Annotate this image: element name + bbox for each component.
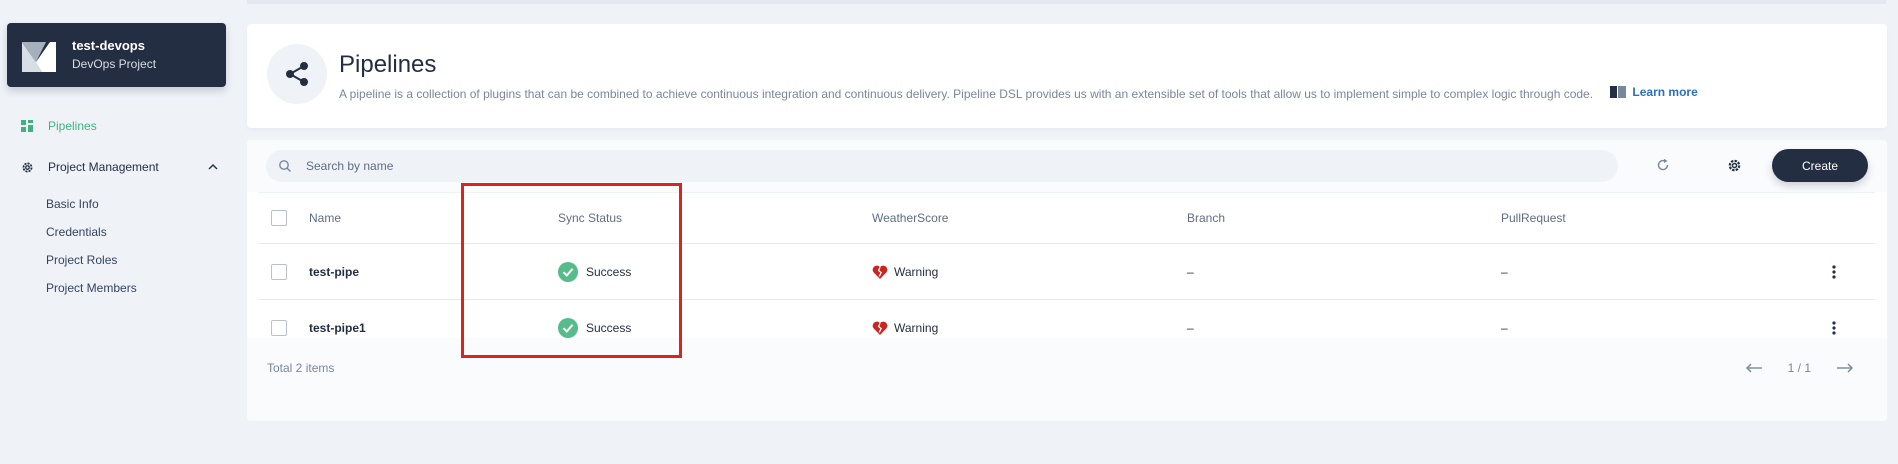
project-type: DevOps Project <box>72 57 157 71</box>
table-toolbar: Create <box>247 140 1887 192</box>
pipelines-table-card: Create Name Sync Status WeatherScore Bra… <box>247 140 1887 421</box>
weather-score-text: Warning <box>894 264 939 279</box>
broken-heart-icon <box>872 265 888 279</box>
sidebar-item-project-members[interactable]: Project Members <box>46 274 226 302</box>
pagination: 1 / 1 <box>1744 361 1855 375</box>
create-button[interactable]: Create <box>1772 149 1868 182</box>
more-options-icon[interactable] <box>1832 320 1836 335</box>
sidebar-item-credentials[interactable]: Credentials <box>46 218 226 246</box>
gear-icon <box>1728 159 1740 171</box>
pipeline-name-link[interactable]: test-pipe <box>309 265 359 279</box>
gear-icon <box>20 160 34 174</box>
project-logo-icon <box>22 40 56 72</box>
arrow-left-icon[interactable] <box>1744 362 1764 374</box>
pipeline-name-link[interactable]: test-pipe1 <box>309 321 366 335</box>
select-all-checkbox[interactable] <box>271 210 287 226</box>
page-indicator: 1 / 1 <box>1787 361 1811 375</box>
success-check-icon <box>558 317 578 338</box>
table-footer: Total 2 items 1 / 1 <box>247 338 1887 421</box>
row-checkbox[interactable] <box>271 319 287 336</box>
pull-request-value: – <box>1501 264 1508 279</box>
column-header-pull-request: PullRequest <box>1501 211 1566 225</box>
search-box[interactable] <box>266 150 1618 182</box>
project-card[interactable]: test-devops DevOps Project <box>7 23 226 87</box>
row-checkbox[interactable] <box>271 263 287 280</box>
project-name: test-devops <box>72 38 145 53</box>
column-header-weather-score: WeatherScore <box>872 211 949 225</box>
table-header-row: Name Sync Status WeatherScore Branch Pul… <box>259 192 1875 244</box>
search-icon <box>279 160 291 172</box>
branch-value: – <box>1187 264 1194 279</box>
pipeline-share-icon <box>267 44 327 104</box>
total-items: Total 2 items <box>267 361 335 375</box>
sidebar-nav: Pipelines Project Management Basic Info … <box>20 115 226 302</box>
sync-status-text: Success <box>586 320 632 335</box>
weather-score-text: Warning <box>894 320 939 335</box>
page-title: Pipelines <box>339 51 437 78</box>
search-input[interactable] <box>306 159 1606 173</box>
learn-more-link[interactable]: Learn more <box>1610 83 1698 101</box>
success-check-icon <box>558 261 578 282</box>
column-header-branch: Branch <box>1187 211 1226 225</box>
table-settings-button[interactable] <box>1725 156 1743 174</box>
sidebar-item-project-roles[interactable]: Project Roles <box>46 246 226 274</box>
refresh-icon <box>1657 158 1669 171</box>
book-icon <box>1610 86 1627 98</box>
sidebar-item-basic-info[interactable]: Basic Info <box>46 190 226 218</box>
sync-status-text: Success <box>586 264 632 279</box>
more-options-icon[interactable] <box>1832 264 1836 279</box>
arrow-right-icon[interactable] <box>1835 362 1855 374</box>
sidebar-group-label: Project Management <box>48 160 159 174</box>
learn-more-label: Learn more <box>1632 85 1698 99</box>
sidebar-item-label: Pipelines <box>48 119 97 133</box>
sidebar-item-pipelines[interactable]: Pipelines <box>20 115 226 137</box>
broken-heart-icon <box>872 321 888 335</box>
chevron-up-icon[interactable] <box>208 162 218 172</box>
column-header-sync-status: Sync Status <box>558 211 623 225</box>
column-header-name[interactable]: Name <box>309 193 341 243</box>
table-row[interactable]: test-pipe Success Warning – – <box>259 244 1875 300</box>
pipelines-table: Name Sync Status WeatherScore Branch Pul… <box>259 192 1875 356</box>
sidebar-group-project-management[interactable]: Project Management <box>20 156 226 178</box>
page-description: A pipeline is a collection of plugins th… <box>339 87 1594 101</box>
top-divider <box>247 0 1886 4</box>
page-header: Pipelines A pipeline is a collection of … <box>247 24 1887 128</box>
refresh-button[interactable] <box>1654 156 1672 174</box>
pipeline-grid-icon <box>20 119 34 133</box>
